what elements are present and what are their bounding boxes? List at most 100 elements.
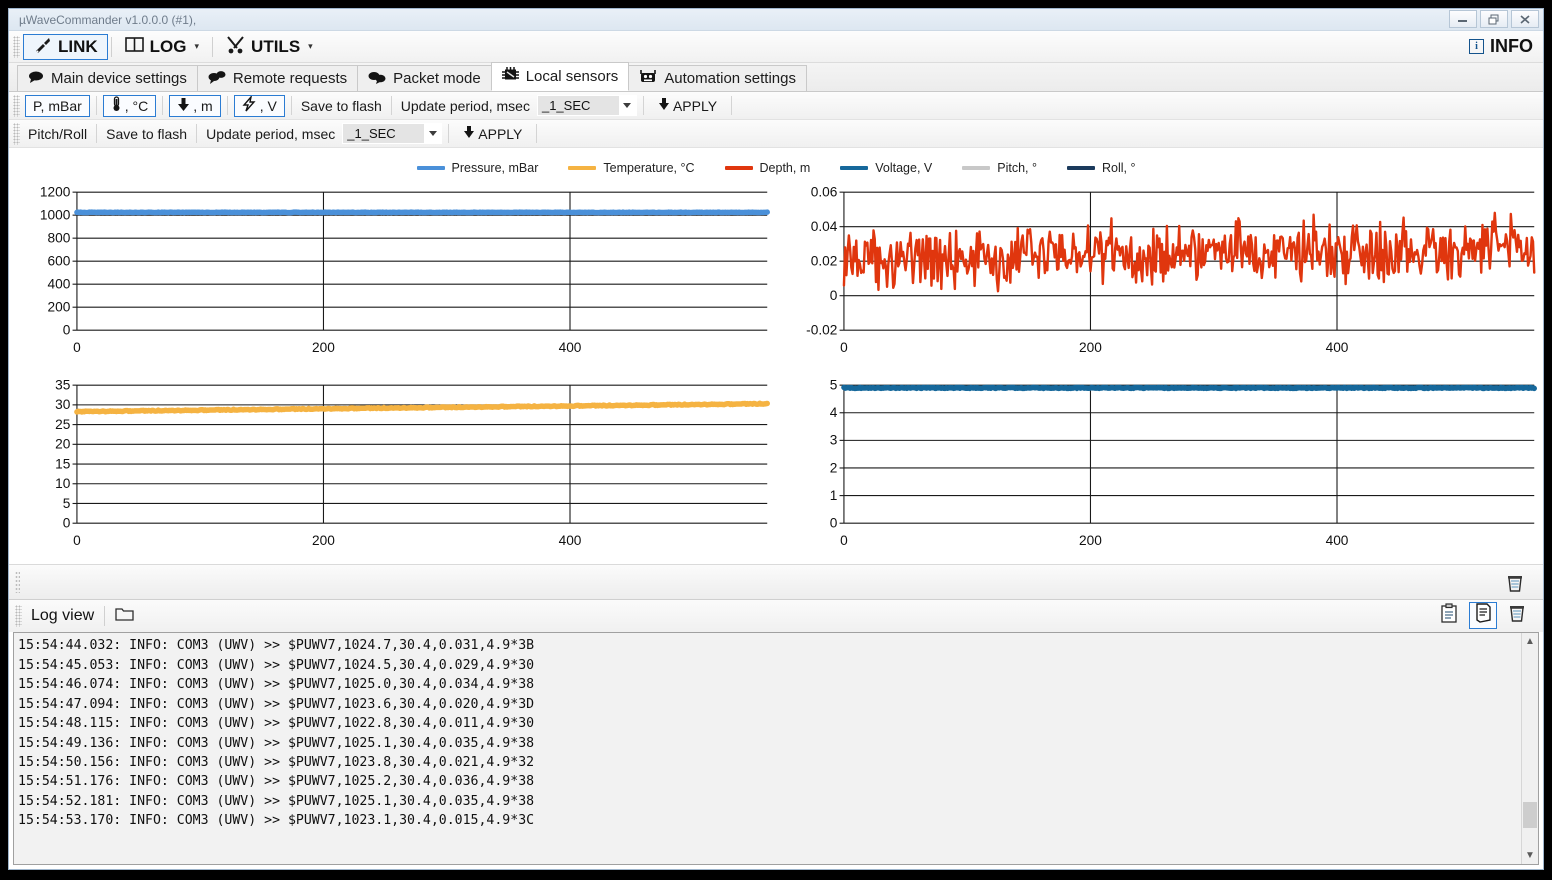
clipboard-icon <box>1440 603 1458 628</box>
toggle-voltage-button[interactable]: , V <box>233 94 285 117</box>
toggle-voltage-label: , V <box>259 97 277 114</box>
window-controls <box>1449 10 1539 28</box>
toolbar-gripper[interactable] <box>13 94 20 117</box>
svg-text:15: 15 <box>55 456 71 471</box>
down-arrow-icon <box>463 125 475 142</box>
apply-button[interactable]: APPLY <box>455 123 530 145</box>
svg-text:200: 200 <box>48 300 71 315</box>
folder-icon[interactable] <box>115 606 134 627</box>
scrollbar-thumb[interactable] <box>1523 802 1537 828</box>
depth-chart[interactable]: -0.02 0 0.02 0.04 0.06 0 200 400 <box>776 179 1543 372</box>
log-text[interactable]: 15:54:44.032: INFO: COM3 (UWV) >> $PUWV7… <box>14 633 1521 864</box>
pressure-chart[interactable]: 0 200 400 600 800 1000 1200 0 200 400 <box>9 179 776 372</box>
tab-packet-mode[interactable]: Packet mode <box>357 65 492 91</box>
chip-icon <box>501 67 519 86</box>
toolbar-gripper[interactable] <box>13 122 20 145</box>
svg-text:0: 0 <box>840 340 848 355</box>
legend-label: Voltage, V <box>875 161 933 175</box>
chevron-down-icon[interactable] <box>424 124 442 143</box>
toolbar-separator <box>448 124 450 143</box>
legend-item[interactable]: Voltage, V <box>840 161 932 175</box>
splitter-bar[interactable] <box>9 564 1543 601</box>
trash-icon <box>1507 603 1527 628</box>
tab-local-sensors[interactable]: Local sensors <box>490 62 630 91</box>
apply-label: APPLY <box>478 125 523 142</box>
clear-log-button[interactable] <box>1503 602 1531 629</box>
scroll-up-icon[interactable]: ▲ <box>1525 633 1535 650</box>
toggle-temperature-button[interactable]: , °C <box>102 94 157 117</box>
update-period-label: Update period, msec <box>206 125 336 142</box>
splitter-gripper[interactable] <box>15 571 20 594</box>
tab-label: Main device settings <box>51 70 187 87</box>
tab-automation-settings[interactable]: Automation settings <box>628 65 807 91</box>
tab-remote-requests[interactable]: Remote requests <box>196 65 359 91</box>
close-button[interactable] <box>1511 10 1539 28</box>
legend-item[interactable]: Depth, m <box>724 161 810 175</box>
svg-text:0: 0 <box>73 533 81 548</box>
toggle-pressure-button[interactable]: P, mBar <box>25 94 90 117</box>
speech-bubble-icon <box>28 70 44 87</box>
restore-button[interactable] <box>1480 10 1508 28</box>
update-period-select[interactable]: _1_SEC <box>342 123 443 144</box>
legend-label: Pressure, mBar <box>451 161 539 175</box>
svg-text:0.02: 0.02 <box>811 254 838 269</box>
voltage-chart[interactable]: 0 1 2 3 4 5 0 200 400 <box>776 372 1543 565</box>
trash-icon[interactable] <box>1505 573 1525 598</box>
toolbar-separator <box>390 96 392 115</box>
menu-link-button[interactable]: LINK <box>23 33 108 60</box>
toolbar-gripper[interactable] <box>15 605 22 628</box>
menu-log-button[interactable]: LOG ▾ <box>115 34 209 60</box>
legend-label: Temperature, °C <box>603 161 695 175</box>
svg-text:1000: 1000 <box>40 208 71 223</box>
tab-main-device-settings[interactable]: Main device settings <box>17 65 198 91</box>
legend-swatch <box>568 166 597 170</box>
toolbar-separator <box>196 124 198 143</box>
toggle-temperature-label: , °C <box>124 97 149 114</box>
application-window: µWaveCommander v1.0.0.0 (#1), LINK LOG ▾… <box>8 8 1544 870</box>
menu-utils-button[interactable]: UTILS ▾ <box>216 34 323 60</box>
svg-text:400: 400 <box>1326 533 1349 548</box>
toolbar-separator <box>104 606 106 627</box>
toolbar-separator <box>731 96 733 115</box>
info-button[interactable]: i INFO <box>1465 34 1537 59</box>
robot-icon <box>639 69 657 88</box>
temperature-chart[interactable]: 0 5 10 15 20 25 30 35 0 200 400 <box>9 372 776 565</box>
toggle-depth-button[interactable]: , m <box>169 94 221 117</box>
save-to-flash-button[interactable]: Save to flash <box>296 98 387 114</box>
toolbar-separator <box>536 124 538 143</box>
svg-text:2: 2 <box>830 460 838 475</box>
window-title: µWaveCommander v1.0.0.0 (#1), <box>19 12 197 27</box>
svg-text:3: 3 <box>830 433 838 448</box>
log-view-body: 15:54:44.032: INFO: COM3 (UWV) >> $PUWV7… <box>13 632 1539 865</box>
svg-text:0: 0 <box>63 515 71 530</box>
svg-text:1200: 1200 <box>40 185 71 200</box>
log-document-button[interactable] <box>1469 602 1497 630</box>
tools-icon <box>226 35 245 59</box>
pitch-roll-button[interactable]: Pitch/Roll <box>23 126 92 142</box>
chevron-down-icon[interactable] <box>618 96 636 115</box>
update-period-select[interactable]: _1_SEC <box>536 95 637 116</box>
svg-text:0.04: 0.04 <box>811 219 838 234</box>
apply-button[interactable]: APPLY <box>650 95 725 117</box>
toolbar-separator <box>96 124 98 143</box>
legend-swatch <box>416 166 445 170</box>
svg-text:-0.02: -0.02 <box>806 323 837 338</box>
legend-item[interactable]: Roll, ° <box>1066 161 1135 175</box>
svg-text:0: 0 <box>63 323 71 338</box>
chart-legend: Pressure, mBar Temperature, °C Depth, m Vol… <box>9 148 1543 175</box>
scroll-down-icon[interactable]: ▼ <box>1525 847 1535 864</box>
toolbar-separator <box>642 96 644 115</box>
toolbar-separator <box>226 96 228 115</box>
legend-item[interactable]: Temperature, °C <box>568 161 695 175</box>
pitchroll-toolbar: Pitch/Roll Save to flash Update period, … <box>9 120 1543 148</box>
toolbar-gripper[interactable] <box>13 35 20 58</box>
copy-to-clipboard-button[interactable] <box>1435 602 1463 629</box>
save-to-flash-button[interactable]: Save to flash <box>101 126 192 142</box>
legend-item[interactable]: Pressure, mBar <box>416 161 539 175</box>
svg-text:30: 30 <box>55 397 71 412</box>
log-scrollbar[interactable]: ▲ ▼ <box>1521 633 1538 864</box>
two-bubbles-icon <box>208 70 226 88</box>
svg-text:400: 400 <box>48 277 71 292</box>
legend-item[interactable]: Pitch, ° <box>962 161 1037 175</box>
minimize-button[interactable] <box>1449 10 1477 28</box>
